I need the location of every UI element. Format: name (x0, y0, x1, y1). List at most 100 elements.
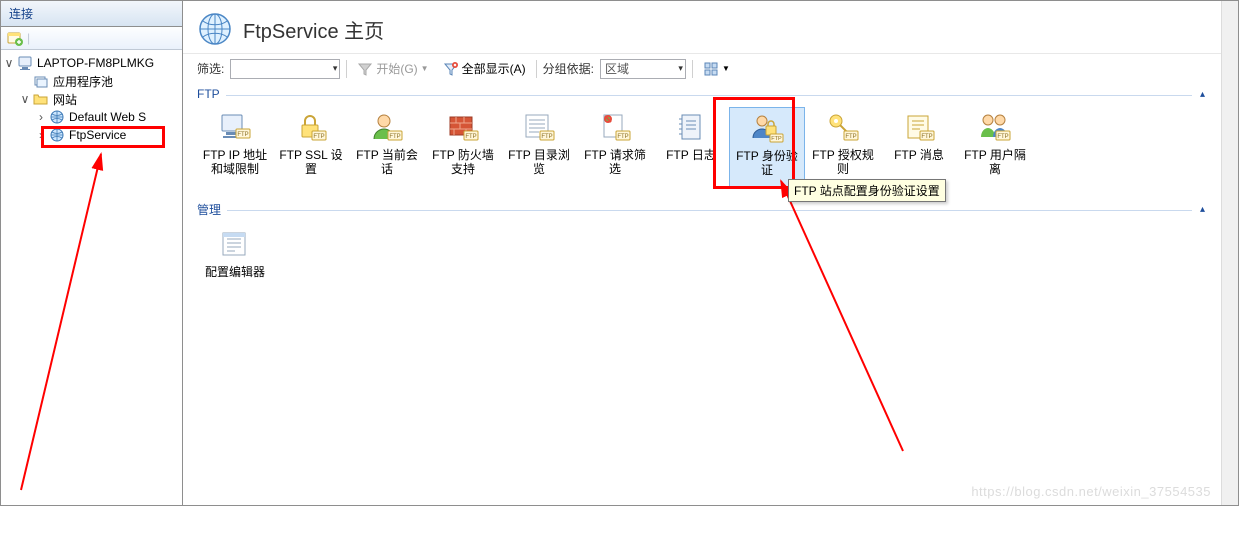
clear-icon (443, 61, 459, 77)
key-ftp-icon: FTP (826, 111, 860, 145)
svg-text:FTP: FTP (997, 134, 1008, 140)
showall-label: 全部显示(A) (462, 60, 526, 77)
item-ftp-browse[interactable]: FTP FTP 目录浏览 (501, 107, 577, 189)
watermark: https://blog.csdn.net/weixin_37554535 (971, 484, 1211, 499)
separator (692, 60, 693, 78)
connections-toolbar: | (1, 27, 182, 50)
expand-icon[interactable]: › (35, 128, 47, 142)
item-ftp-authz[interactable]: FTP FTP 授权规则 (805, 107, 881, 189)
add-connection-icon[interactable] (7, 30, 23, 46)
expand-icon[interactable]: ∨ (3, 56, 15, 70)
item-ftp-isolation[interactable]: FTP FTP 用户隔离 (957, 107, 1033, 189)
item-ftp-auth[interactable]: FTP FTP 身份验证 (729, 107, 805, 189)
server-icon (17, 55, 33, 71)
item-label: FTP 消息 (892, 148, 946, 162)
tooltip: FTP 站点配置身份验证设置 (788, 179, 946, 202)
item-label: FTP 日志 (664, 148, 718, 162)
lock-ftp-icon: FTP (294, 111, 328, 145)
notebook-ftp-icon (674, 111, 708, 145)
item-label: FTP 当前会话 (349, 148, 425, 176)
filter-bar: 筛选: ▾ 开始(G) ▼ 全部显示(A) 分组依据: 区域▾ ▼ (183, 53, 1221, 83)
svg-text:FTP: FTP (465, 134, 476, 140)
tree-sites-label: 网站 (51, 91, 79, 108)
scrollbar-stub[interactable] (1221, 1, 1238, 505)
collapse-icon[interactable]: ▴ (1198, 89, 1207, 100)
group-ftp: FTP ▴ FTP FTP IP 地址和域限制 FTP FTP SSL 设置 F… (183, 83, 1221, 197)
svg-text:FTP: FTP (771, 136, 782, 142)
tree-apppool-label: 应用程序池 (51, 73, 115, 90)
item-ftp-ssl[interactable]: FTP FTP SSL 设置 (273, 107, 349, 189)
apppool-icon (33, 73, 49, 89)
toolbar-separator: | (27, 31, 30, 45)
showall-button[interactable]: 全部显示(A) (439, 58, 530, 79)
config-editor-icon (218, 228, 252, 262)
tree-apppool[interactable]: 应用程序池 (3, 72, 180, 90)
dropdown-icon: ▾ (333, 63, 338, 74)
groupby-combo[interactable]: 区域▾ (600, 59, 686, 79)
tree-ftpservice-label: FtpService (67, 128, 128, 142)
connections-header: 连接 (1, 1, 182, 27)
item-label: FTP SSL 设置 (273, 148, 349, 176)
svg-text:FTP: FTP (313, 134, 324, 140)
item-label: FTP 身份验证 (730, 149, 804, 177)
item-ftp-ip[interactable]: FTP FTP IP 地址和域限制 (197, 107, 273, 189)
expand-icon[interactable]: ∨ (19, 92, 31, 106)
group-rule (227, 210, 1192, 211)
tree-ftpservice[interactable]: › FtpService (3, 126, 180, 144)
tree-defaultsite[interactable]: › Default Web S (3, 108, 180, 126)
filter-input[interactable]: ▾ (230, 59, 340, 79)
expand-icon[interactable]: › (35, 110, 47, 124)
item-label: FTP IP 地址和域限制 (197, 148, 273, 176)
item-ftp-firewall[interactable]: FTP FTP 防火墙支持 (425, 107, 501, 189)
mgmt-items: 配置编辑器 (197, 218, 1207, 314)
groupby-label: 分组依据: (543, 60, 594, 77)
grid-view-icon (703, 61, 719, 77)
start-label: 开始(G) (376, 60, 417, 77)
svg-text:FTP: FTP (237, 132, 248, 138)
collapse-icon[interactable]: ▴ (1198, 204, 1207, 215)
item-label: FTP 目录浏览 (501, 148, 577, 176)
svg-text:FTP: FTP (389, 134, 400, 140)
item-ftp-messages[interactable]: FTP FTP 消息 (881, 107, 957, 189)
page-header: FtpService 主页 (183, 1, 1221, 53)
connections-tree: ∨ LAPTOP-FM8PLMKG 应用程序池 ∨ 网站 › Default (1, 50, 182, 148)
separator (536, 60, 537, 78)
svg-text:FTP: FTP (541, 134, 552, 140)
item-ftp-sessions[interactable]: FTP FTP 当前会话 (349, 107, 425, 189)
tree-default-label: Default Web S (67, 110, 148, 124)
globe-icon (49, 109, 65, 125)
view-button[interactable]: ▼ (699, 59, 734, 79)
item-ftp-filter[interactable]: FTP FTP 请求筛选 (577, 107, 653, 189)
item-label: 配置编辑器 (203, 265, 267, 279)
svg-text:FTP: FTP (617, 134, 628, 140)
group-rule (226, 95, 1192, 96)
filter-label: 筛选: (197, 60, 224, 77)
list-ftp-icon: FTP (522, 111, 556, 145)
filter-ftp-icon: FTP (598, 111, 632, 145)
item-ftp-log[interactable]: FTP 日志 (653, 107, 729, 189)
group-mgmt-title: 管理 (197, 201, 221, 218)
tree-sites[interactable]: ∨ 网站 (3, 90, 180, 108)
groupby-value: 区域 (605, 60, 629, 77)
connections-panel: 连接 | ∨ LAPTOP-FM8PLMKG 应用程序池 ∨ (1, 1, 183, 505)
note-ftp-icon: FTP (902, 111, 936, 145)
group-ftp-title: FTP (197, 87, 220, 101)
content-panel: FtpService 主页 筛选: ▾ 开始(G) ▼ 全部显示(A) 分组依据… (183, 1, 1221, 505)
user-lock-ftp-icon: FTP (750, 112, 784, 146)
users-ftp-icon: FTP (978, 111, 1012, 145)
item-config-editor[interactable]: 配置编辑器 (197, 224, 273, 306)
item-label: FTP 防火墙支持 (425, 148, 501, 176)
tree-root-label: LAPTOP-FM8PLMKG (35, 56, 156, 70)
group-mgmt: 管理 ▴ 配置编辑器 (183, 197, 1221, 314)
globe-icon (49, 127, 65, 143)
start-button[interactable]: 开始(G) ▼ (353, 58, 432, 79)
ftp-items: FTP FTP IP 地址和域限制 FTP FTP SSL 设置 FTP FTP… (197, 101, 1207, 197)
tree-root[interactable]: ∨ LAPTOP-FM8PLMKG (3, 54, 180, 72)
page-title: FtpService 主页 (243, 15, 384, 44)
user-ftp-icon: FTP (370, 111, 404, 145)
svg-text:FTP: FTP (845, 134, 856, 140)
tooltip-text: FTP 站点配置身份验证设置 (794, 184, 940, 198)
server-ftp-icon: FTP (218, 111, 252, 145)
separator (346, 60, 347, 78)
svg-text:FTP: FTP (921, 134, 932, 140)
